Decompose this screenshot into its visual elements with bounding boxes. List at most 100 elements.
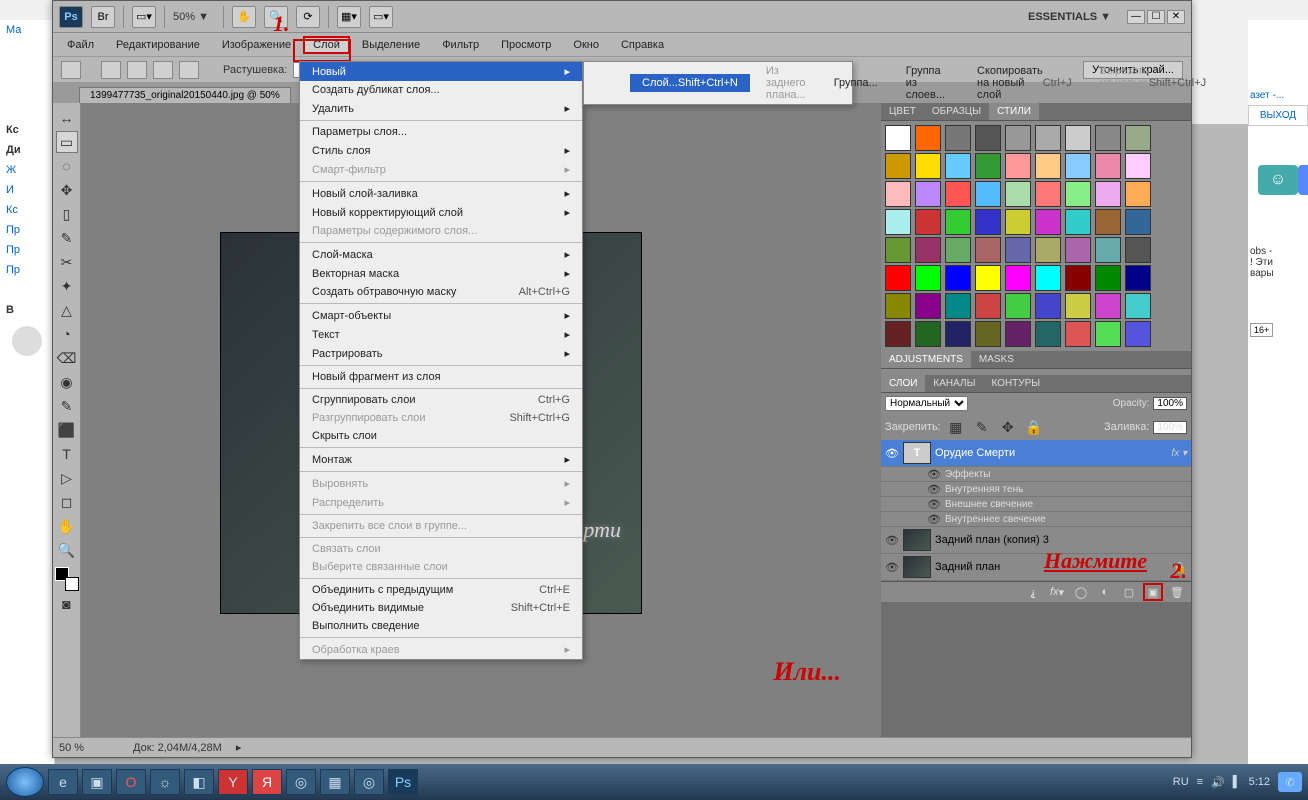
menu-item[interactable]: Группа из слоев... — [894, 62, 957, 104]
tool-9[interactable]: ◔ — [56, 323, 78, 345]
group-icon[interactable]: ▢ — [1121, 585, 1137, 599]
style-swatch[interactable] — [1095, 265, 1121, 291]
style-swatch[interactable] — [945, 209, 971, 235]
style-swatch[interactable] — [975, 321, 1001, 347]
lock-pixels-icon[interactable]: ✎ — [971, 416, 993, 438]
style-swatch[interactable] — [1095, 153, 1121, 179]
menu-справка[interactable]: Справка — [611, 36, 674, 54]
tool-8[interactable]: △ — [56, 299, 78, 321]
tool-5[interactable]: ✎ — [56, 227, 78, 249]
menu-item[interactable]: Монтаж▸ — [300, 450, 582, 469]
ptab-образцы[interactable]: ОБРАЗЦЫ — [924, 103, 989, 120]
menu-item[interactable]: Новый▸ — [300, 62, 582, 81]
style-swatch[interactable] — [885, 321, 911, 347]
tray-flag-icon[interactable]: ▌ — [1233, 776, 1241, 788]
menu-слой[interactable]: Слой — [303, 36, 350, 54]
style-swatch[interactable] — [1095, 293, 1121, 319]
menu-item[interactable]: Скрыть слои — [300, 427, 582, 445]
tb-chrome1-icon[interactable]: ◎ — [286, 769, 316, 795]
eye-icon[interactable]: 👁 — [885, 560, 899, 574]
tb-ps-icon[interactable]: Ps — [388, 769, 418, 795]
tool-0[interactable]: ↔ — [56, 107, 78, 129]
style-swatch[interactable] — [885, 181, 911, 207]
style-swatch[interactable] — [1065, 237, 1091, 263]
trash-icon[interactable]: 🗑 — [1169, 585, 1185, 599]
lock-trans-icon[interactable]: ▦ — [945, 416, 967, 438]
style-swatch[interactable] — [975, 181, 1001, 207]
tool-preset-icon[interactable] — [61, 61, 81, 79]
tb-app2-icon[interactable]: ◧ — [184, 769, 214, 795]
style-swatch[interactable] — [1005, 237, 1031, 263]
tool-12[interactable]: ✎ — [56, 395, 78, 417]
ptab-adjustments[interactable]: ADJUSTMENTS — [881, 351, 971, 368]
bs-7[interactable]: Пр — [0, 240, 54, 260]
style-swatch[interactable] — [1035, 237, 1061, 263]
intersect-sel-icon[interactable] — [179, 61, 199, 79]
style-swatch[interactable] — [975, 125, 1001, 151]
style-swatch[interactable] — [945, 265, 971, 291]
menu-item[interactable]: Объединить видимыеShift+Ctrl+E — [300, 599, 582, 617]
ptab-цвет[interactable]: ЦВЕТ — [881, 103, 924, 120]
fx-icon[interactable]: fx▾ — [1049, 585, 1065, 599]
start-button[interactable] — [6, 767, 44, 797]
style-swatch[interactable] — [1035, 181, 1061, 207]
tool-1[interactable]: ▭ — [56, 131, 78, 153]
layer-effect[interactable]: 👁 Внешнее свечение — [881, 497, 1191, 512]
style-swatch[interactable] — [915, 181, 941, 207]
style-swatch[interactable] — [1065, 153, 1091, 179]
menu-окно[interactable]: Окно — [563, 36, 609, 54]
tb-explorer-icon[interactable]: ▣ — [82, 769, 112, 795]
quickmask-icon[interactable]: ◙ — [56, 593, 78, 615]
tb-app3-icon[interactable]: ▦ — [320, 769, 350, 795]
style-swatch[interactable] — [975, 237, 1001, 263]
fill-value[interactable]: 100% — [1153, 421, 1187, 434]
style-swatch[interactable] — [1065, 125, 1091, 151]
style-swatch[interactable] — [1125, 237, 1151, 263]
menu-фильтр[interactable]: Фильтр — [432, 36, 489, 54]
style-swatch[interactable] — [1035, 125, 1061, 151]
bs-3[interactable]: Ж — [0, 160, 54, 180]
rotate-view-icon[interactable]: ⟳ — [296, 6, 320, 28]
minimize-button[interactable]: — — [1127, 10, 1145, 24]
zoom-level[interactable]: 50% ▼ — [173, 11, 215, 23]
tray-lang[interactable]: RU — [1173, 776, 1189, 788]
menu-просмотр[interactable]: Просмотр — [491, 36, 561, 54]
bs-4[interactable]: И — [0, 180, 54, 200]
style-swatch[interactable] — [1095, 125, 1121, 151]
menu-редактирование[interactable]: Редактирование — [106, 36, 210, 54]
style-swatch[interactable] — [1005, 181, 1031, 207]
tool-4[interactable]: ▯ — [56, 203, 78, 225]
menu-item[interactable]: Слой...Shift+Ctrl+N — [630, 74, 750, 92]
add-sel-icon[interactable] — [127, 61, 147, 79]
tool-7[interactable]: ✦ — [56, 275, 78, 297]
style-swatch[interactable] — [1095, 237, 1121, 263]
style-swatch[interactable] — [915, 237, 941, 263]
layer-row[interactable]: 👁TОрудие Смертиfx ▾ — [881, 440, 1191, 467]
style-swatch[interactable] — [885, 293, 911, 319]
style-swatch[interactable] — [1065, 321, 1091, 347]
style-swatch[interactable] — [1065, 293, 1091, 319]
view-extras-icon[interactable]: ▭▾ — [132, 6, 156, 28]
menu-item[interactable]: Новый фрагмент из слоя — [300, 368, 582, 386]
menu-item[interactable]: Стиль слоя▸ — [300, 141, 582, 160]
style-swatch[interactable] — [1005, 125, 1031, 151]
menu-item[interactable]: Слой-маска▸ — [300, 245, 582, 264]
style-swatch[interactable] — [945, 153, 971, 179]
menu-item[interactable]: Скопировать на новый слойCtrl+J — [965, 62, 1084, 104]
menu-item[interactable]: Новый корректирующий слой▸ — [300, 203, 582, 222]
avatar[interactable] — [12, 326, 42, 356]
menu-item[interactable]: Удалить▸ — [300, 99, 582, 118]
style-swatch[interactable] — [1125, 153, 1151, 179]
style-swatch[interactable] — [1065, 181, 1091, 207]
br-ic1[interactable]: ☺ — [1258, 165, 1298, 195]
logout-link[interactable]: ВЫХОД — [1248, 105, 1308, 126]
style-swatch[interactable] — [945, 237, 971, 263]
style-swatch[interactable] — [1005, 209, 1031, 235]
mask-icon[interactable]: ◯ — [1073, 585, 1089, 599]
style-swatch[interactable] — [1125, 321, 1151, 347]
tool-14[interactable]: T — [56, 443, 78, 465]
style-swatch[interactable] — [885, 209, 911, 235]
bs-5[interactable]: Кс — [0, 200, 54, 220]
style-swatch[interactable] — [975, 153, 1001, 179]
menu-item[interactable]: Смарт-объекты▸ — [300, 306, 582, 325]
